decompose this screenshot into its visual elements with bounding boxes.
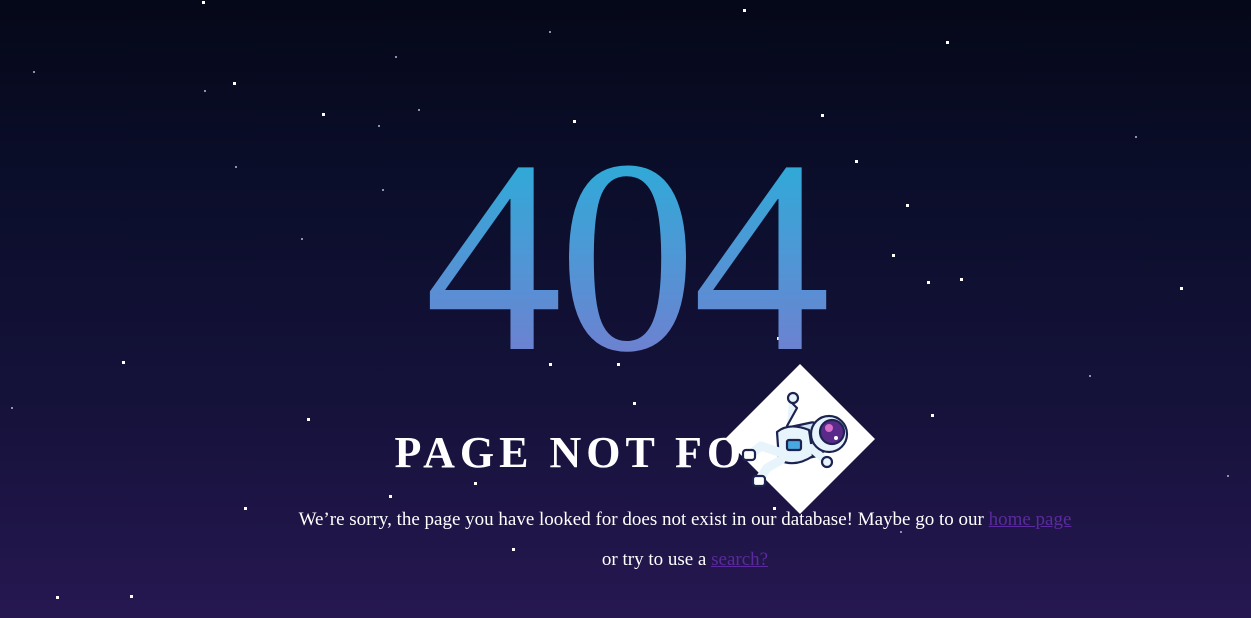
search-link[interactable]: search? <box>711 549 768 570</box>
star <box>389 495 392 498</box>
star <box>549 31 551 33</box>
star <box>56 596 59 599</box>
star <box>307 418 310 421</box>
page-title: PAGE NOT FOUND <box>394 428 857 477</box>
star <box>204 90 206 92</box>
message-text-middle: or try to use a <box>601 549 712 570</box>
star <box>474 482 477 485</box>
home-page-link[interactable]: home page <box>989 509 1072 530</box>
error-message: We’re sorry, the page you have looked fo… <box>290 500 1080 580</box>
star <box>244 507 247 510</box>
star <box>202 1 205 4</box>
star <box>233 82 236 85</box>
star <box>395 56 397 58</box>
star <box>743 9 746 12</box>
star <box>418 109 420 111</box>
star <box>931 414 934 417</box>
error-code: 404 <box>0 118 1251 394</box>
floating-astronaut-icon <box>725 364 875 514</box>
star <box>946 41 949 44</box>
message-text-before: We’re sorry, the page you have looked fo… <box>298 509 989 530</box>
star <box>11 407 13 409</box>
star <box>130 595 133 598</box>
star <box>322 113 325 116</box>
star <box>33 71 35 73</box>
